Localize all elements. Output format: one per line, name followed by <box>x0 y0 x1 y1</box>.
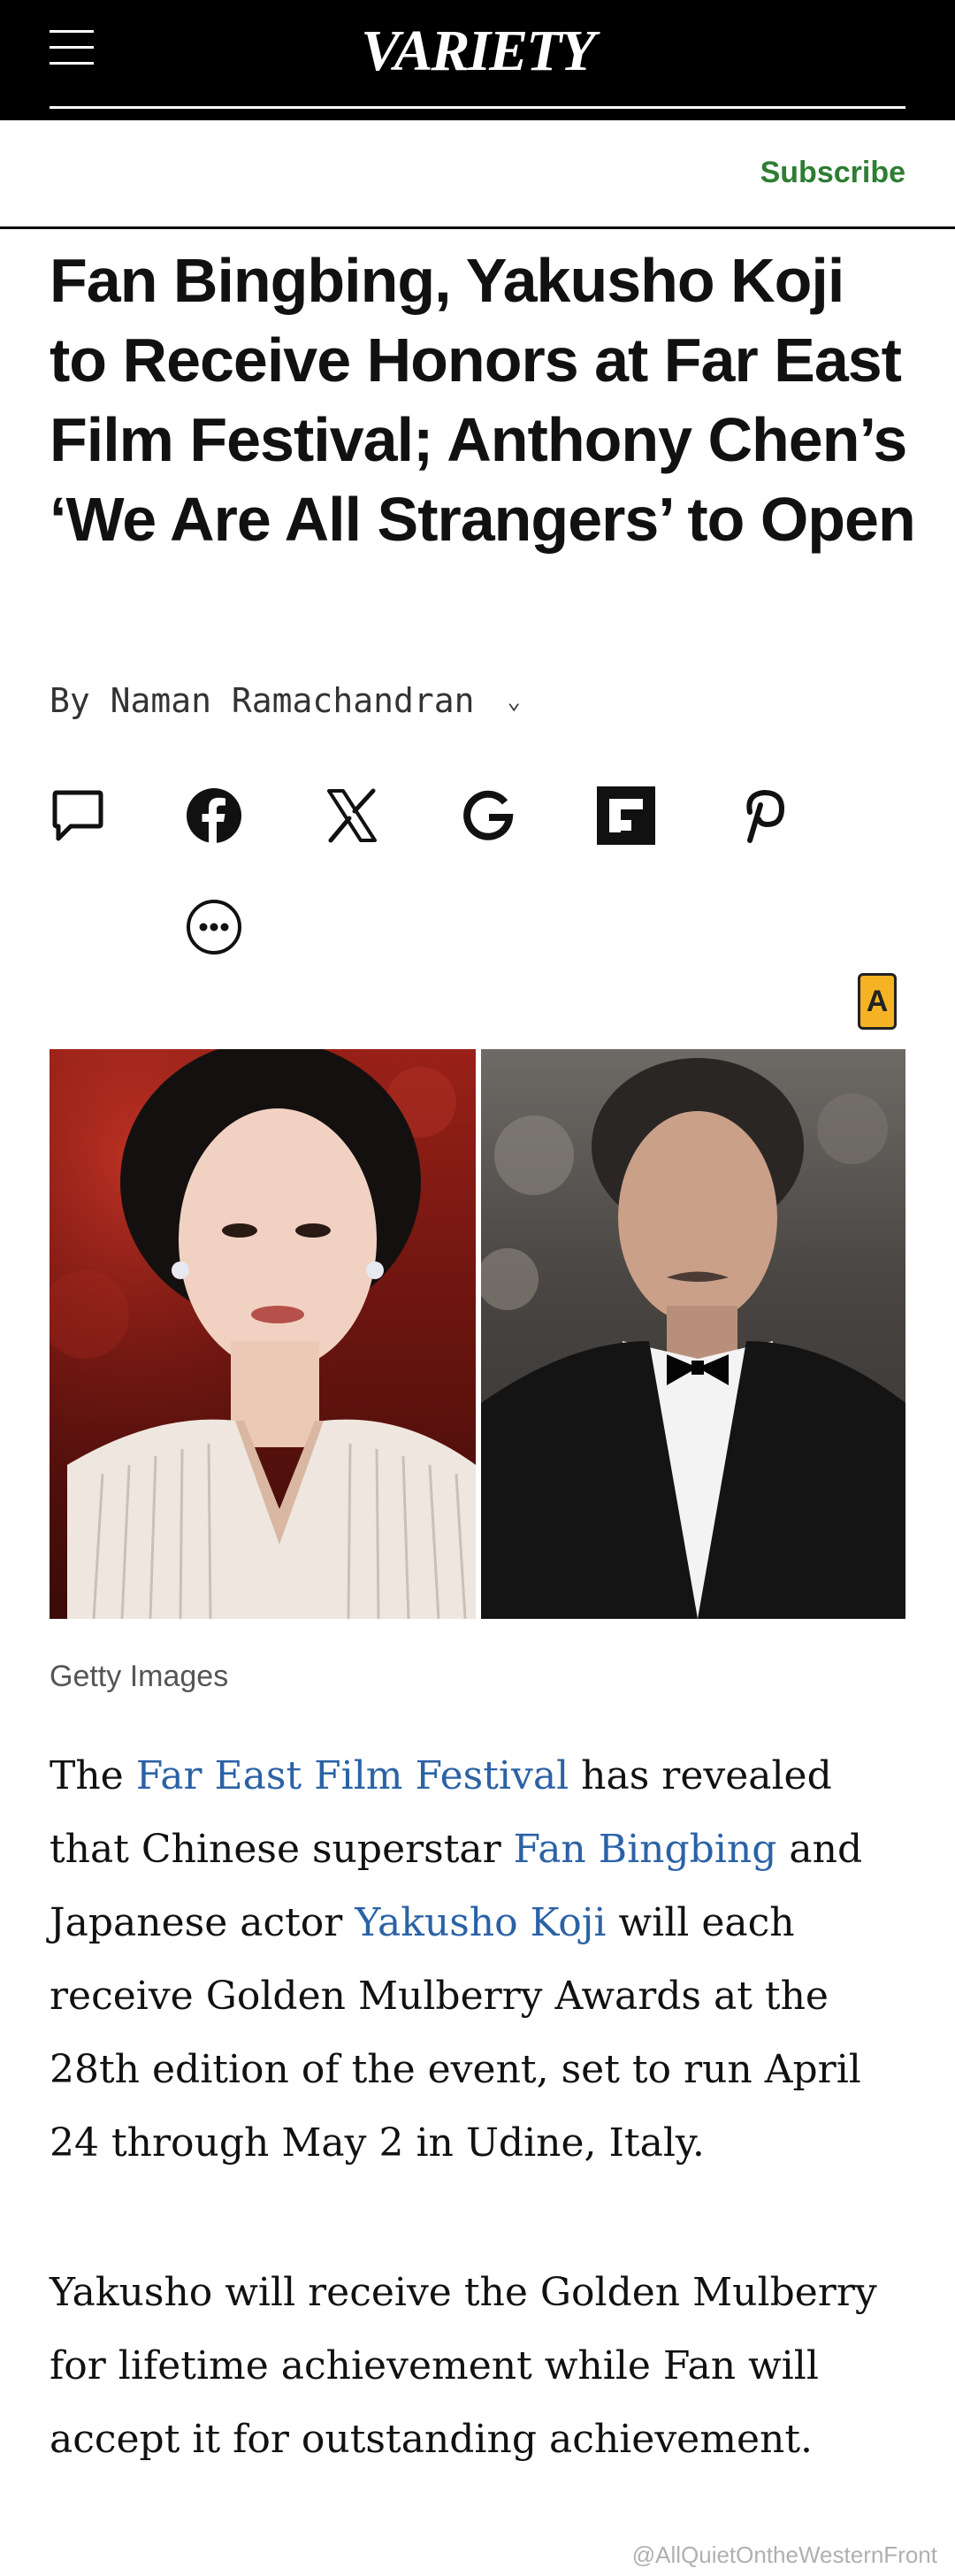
subscribe-link[interactable]: Subscribe <box>760 156 905 190</box>
article-paragraph-2: Yakusho will receive the Golden Mulberry… <box>50 2270 877 2462</box>
article-paragraph-1: The Far East Film Festival has revealed … <box>50 1739 916 2180</box>
google-icon[interactable] <box>456 784 520 847</box>
comment-icon[interactable] <box>46 784 110 847</box>
facebook-icon[interactable] <box>182 784 246 847</box>
more-icon[interactable] <box>182 895 246 959</box>
variety-logo[interactable]: VARIETY <box>0 18 955 85</box>
pinterest-icon[interactable] <box>730 784 794 847</box>
author-name[interactable]: Naman Ramachandran <box>111 681 475 720</box>
x-icon[interactable] <box>320 784 384 847</box>
article-headline: Fan Bingbing, Yakusho Koji to Receive Ho… <box>50 246 916 554</box>
ad-badge-icon[interactable]: A <box>858 973 897 1030</box>
header-divider <box>50 106 905 109</box>
chevron-down-icon[interactable]: ⌄ <box>507 688 521 715</box>
subscribe-bar: Subscribe <box>0 120 955 229</box>
fan-bingbing-link[interactable]: Fan Bingbing <box>514 1827 777 1872</box>
byline: By Naman Ramachandran ⌄ <box>50 681 521 720</box>
yakusho-koji-photo <box>481 1049 905 1619</box>
image-caption: Getty Images <box>50 1660 229 1693</box>
fan-bingbing-photo <box>50 1049 476 1619</box>
byline-prefix: By <box>50 681 90 720</box>
yakusho-koji-link[interactable]: Yakusho Koji <box>355 1900 606 1945</box>
far-east-film-festival-link[interactable]: Far East Film Festival <box>136 1753 569 1798</box>
top-navigation-bar: VARIETY <box>0 0 955 120</box>
watermark: @AllQuietOntheWesternFront <box>631 2542 937 2568</box>
flipboard-icon[interactable] <box>594 784 658 847</box>
paragraph-text: The <box>50 1753 136 1798</box>
